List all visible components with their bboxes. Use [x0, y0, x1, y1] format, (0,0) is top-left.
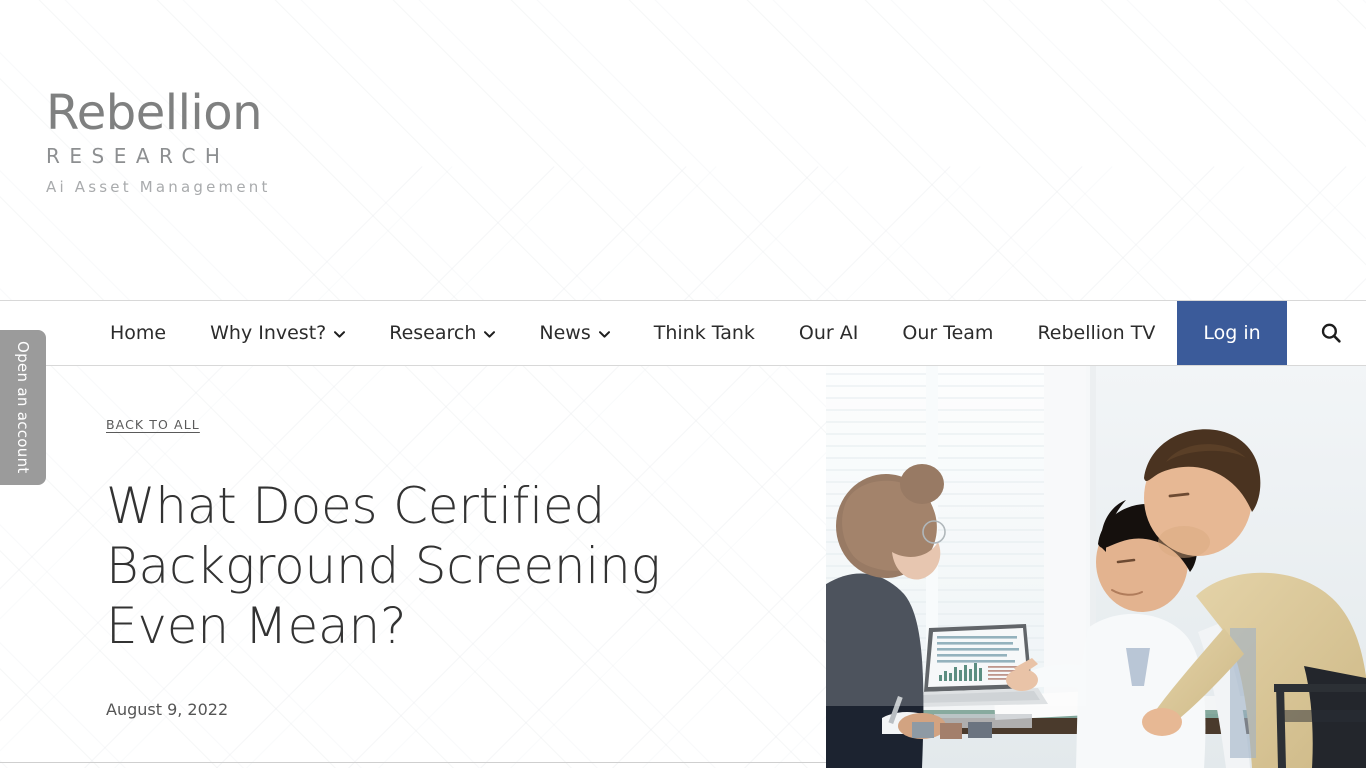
article-header: BACK TO ALL What Does Certified Backgrou…: [106, 416, 806, 719]
page-root: Rebellion RESEARCH Ai Asset Management H…: [0, 0, 1366, 768]
nav-item-label: Why Invest?: [210, 322, 327, 344]
logo-wordmark: Rebellion: [46, 85, 263, 141]
login-button-label: Log in: [1203, 322, 1261, 344]
nav-item-our-team[interactable]: Our Team: [880, 301, 1015, 365]
open-an-account-label: Open an account: [14, 341, 32, 474]
search-icon: [1320, 322, 1342, 344]
content-bottom-divider: [0, 762, 826, 763]
login-button[interactable]: Log in: [1177, 301, 1287, 365]
nav-item-label: Rebellion TV: [1037, 322, 1156, 344]
chevron-down-icon: [484, 330, 496, 338]
chevron-down-icon: [334, 330, 346, 338]
nav-item-list: Home Why Invest? Research News Think Tan…: [88, 301, 1287, 365]
logo-subtitle: RESEARCH: [46, 144, 230, 169]
site-header: Rebellion RESEARCH Ai Asset Management: [0, 0, 1366, 300]
nav-item-rebellion-tv[interactable]: Rebellion TV: [1015, 301, 1177, 365]
hero-image: [826, 366, 1366, 768]
nav-item-label: Our AI: [798, 322, 859, 344]
nav-item-label: Think Tank: [653, 322, 755, 344]
chevron-down-icon: [598, 330, 610, 338]
nav-item-label: News: [539, 322, 591, 344]
nav-item-label: Home: [110, 322, 167, 344]
nav-item-think-tank[interactable]: Think Tank: [632, 301, 777, 365]
nav-item-our-ai[interactable]: Our AI: [777, 301, 880, 365]
nav-item-research[interactable]: Research: [367, 301, 517, 365]
nav-item-news[interactable]: News: [517, 301, 631, 365]
page-title: What Does Certified Background Screening…: [106, 477, 661, 655]
main-navigation: Home Why Invest? Research News Think Tan…: [0, 300, 1366, 366]
nav-item-label: Our Team: [902, 322, 994, 344]
open-an-account-tab[interactable]: Open an account: [0, 330, 46, 485]
nav-item-label: Research: [389, 322, 477, 344]
hero-image-illustration: [826, 366, 1366, 768]
nav-item-why-invest[interactable]: Why Invest?: [188, 301, 367, 365]
logo-tagline: Ai Asset Management: [46, 178, 271, 197]
site-logo[interactable]: Rebellion RESEARCH Ai Asset Management: [46, 85, 271, 197]
article-date: August 9, 2022: [106, 700, 229, 719]
search-button[interactable]: [1300, 301, 1366, 365]
back-to-all-link[interactable]: BACK TO ALL: [106, 417, 200, 432]
nav-item-home[interactable]: Home: [88, 301, 188, 365]
